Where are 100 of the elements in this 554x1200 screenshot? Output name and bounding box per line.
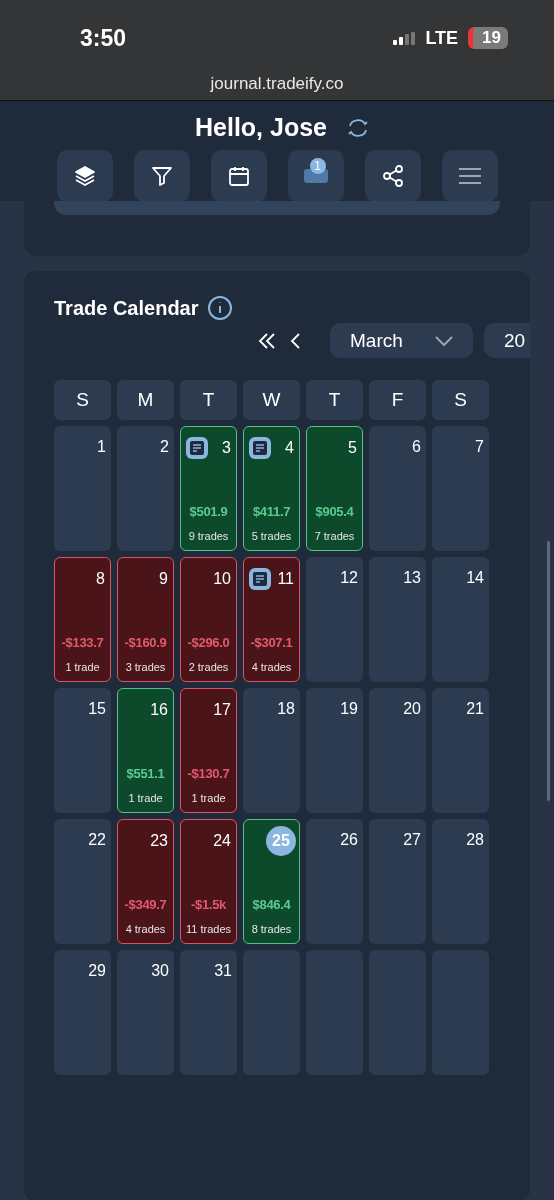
day-cell[interactable]: 20 bbox=[369, 688, 426, 813]
day-number: 3 bbox=[222, 439, 231, 457]
day-number: 29 bbox=[88, 962, 106, 980]
loss-day-cell[interactable]: 23 -$349.7 4 trades bbox=[117, 819, 174, 944]
calendar-icon bbox=[226, 164, 251, 188]
day-number: 19 bbox=[340, 700, 358, 718]
profit-day-cell[interactable]: 3 $501.9 9 trades bbox=[180, 426, 237, 551]
day-cell[interactable]: 28 bbox=[432, 819, 489, 944]
day-cell[interactable]: 12 bbox=[306, 557, 363, 682]
pnl-amount: -$349.7 bbox=[124, 897, 167, 912]
day-cell[interactable]: 18 bbox=[243, 688, 300, 813]
trade-count: 2 trades bbox=[188, 661, 229, 673]
weekday-header: M bbox=[117, 380, 174, 420]
trade-count: 7 trades bbox=[314, 530, 355, 542]
weekday-header: T bbox=[180, 380, 237, 420]
note-icon[interactable] bbox=[248, 567, 272, 591]
day-number: 26 bbox=[340, 831, 358, 849]
loss-day-cell[interactable]: 11 -$307.1 4 trades bbox=[243, 557, 300, 682]
day-cell[interactable]: 7 bbox=[432, 426, 489, 551]
profit-day-cell[interactable]: 5 $905.4 7 trades bbox=[306, 426, 363, 551]
pnl-amount: -$1.5k bbox=[190, 897, 227, 912]
note-icon[interactable] bbox=[185, 436, 209, 460]
day-cell[interactable]: 19 bbox=[306, 688, 363, 813]
refresh-icon[interactable] bbox=[347, 117, 369, 138]
weekday-header: T bbox=[306, 380, 363, 420]
day-cell[interactable]: 13 bbox=[369, 557, 426, 682]
day-number: 23 bbox=[150, 832, 168, 850]
day-cell[interactable]: 21 bbox=[432, 688, 489, 813]
share-button[interactable] bbox=[364, 150, 421, 202]
signal-icon bbox=[393, 31, 416, 45]
day-number: 5 bbox=[348, 439, 357, 457]
day-number: 1 bbox=[97, 438, 106, 456]
calendar-button[interactable] bbox=[210, 150, 267, 202]
chevron-down-icon bbox=[435, 335, 453, 346]
day-number: 27 bbox=[403, 831, 421, 849]
day-cell[interactable]: 29 bbox=[54, 950, 111, 1075]
trade-count: 3 trades bbox=[125, 661, 166, 673]
pnl-amount: -$296.0 bbox=[187, 635, 230, 650]
layers-button[interactable] bbox=[56, 150, 113, 202]
day-number: 15 bbox=[88, 700, 106, 718]
trade-count: 1 trade bbox=[128, 792, 163, 804]
calendar-title: Trade Calendar bbox=[54, 296, 199, 320]
day-number: 12 bbox=[340, 569, 358, 587]
month-dropdown[interactable]: March bbox=[330, 323, 473, 358]
day-cell[interactable]: 31 bbox=[180, 950, 237, 1075]
day-cell[interactable]: 14 bbox=[432, 557, 489, 682]
day-cell[interactable]: 15 bbox=[54, 688, 111, 813]
day-cell[interactable]: 2 bbox=[117, 426, 174, 551]
pnl-amount: -$133.7 bbox=[61, 635, 104, 650]
day-number: 9 bbox=[159, 570, 168, 588]
day-number: 31 bbox=[214, 962, 232, 980]
loss-day-cell[interactable]: 8 -$133.7 1 trade bbox=[54, 557, 111, 682]
day-cell[interactable]: 22 bbox=[54, 819, 111, 944]
day-number: 2 bbox=[160, 438, 169, 456]
day-cell[interactable]: 6 bbox=[369, 426, 426, 551]
address-bar-url[interactable]: journal.tradeify.co bbox=[210, 74, 344, 93]
menu-button[interactable] bbox=[441, 150, 498, 202]
filter-icon bbox=[149, 164, 174, 188]
menu-icon bbox=[458, 168, 481, 184]
loss-day-cell[interactable]: 9 -$160.9 3 trades bbox=[117, 557, 174, 682]
loss-day-cell[interactable]: 17 -$130.7 1 trade bbox=[180, 688, 237, 813]
day-cell[interactable]: 30 bbox=[117, 950, 174, 1075]
loss-day-cell[interactable]: 10 -$296.0 2 trades bbox=[180, 557, 237, 682]
weekday-header: S bbox=[54, 380, 111, 420]
notification-badge: 1 bbox=[309, 158, 326, 174]
day-cell[interactable]: 1 bbox=[54, 426, 111, 551]
day-cell[interactable]: 26 bbox=[306, 819, 363, 944]
day-number: 30 bbox=[151, 962, 169, 980]
pnl-amount: -$307.1 bbox=[250, 635, 293, 650]
day-number: 16 bbox=[150, 701, 168, 719]
pnl-amount: $846.4 bbox=[252, 897, 291, 912]
day-cell[interactable]: 27 bbox=[369, 819, 426, 944]
first-page-button[interactable] bbox=[258, 331, 276, 350]
info-icon[interactable] bbox=[206, 295, 233, 321]
filter-button[interactable] bbox=[133, 150, 190, 202]
day-number: 21 bbox=[466, 700, 484, 718]
year-dropdown[interactable]: 20 bbox=[484, 323, 530, 358]
profit-day-cell[interactable]: 4 $411.7 5 trades bbox=[243, 426, 300, 551]
pnl-amount: $551.1 bbox=[126, 766, 165, 781]
profit-day-cell[interactable]: 25 $846.4 8 trades bbox=[243, 819, 300, 944]
day-number: 13 bbox=[403, 569, 421, 587]
trade-count: 11 trades bbox=[185, 923, 232, 935]
previous-button[interactable] bbox=[290, 331, 302, 350]
trade-count: 1 trade bbox=[191, 792, 226, 804]
greeting-title: Hello, Jose bbox=[195, 113, 327, 142]
day-number: 22 bbox=[88, 831, 106, 849]
day-number: 28 bbox=[466, 831, 484, 849]
day-number: 24 bbox=[213, 832, 231, 850]
pnl-amount: $411.7 bbox=[252, 504, 291, 519]
day-number: 14 bbox=[466, 569, 484, 587]
day-number: 17 bbox=[213, 701, 231, 719]
pnl-amount: -$160.9 bbox=[124, 635, 167, 650]
pnl-amount: $905.4 bbox=[315, 504, 354, 519]
network-label: LTE bbox=[425, 27, 459, 49]
day-number: 4 bbox=[285, 439, 294, 457]
day-number: 25 bbox=[266, 826, 296, 856]
profit-day-cell[interactable]: 16 $551.1 1 trade bbox=[117, 688, 174, 813]
note-icon[interactable] bbox=[248, 436, 272, 460]
loss-day-cell[interactable]: 24 -$1.5k 11 trades bbox=[180, 819, 237, 944]
trade-count: 4 trades bbox=[251, 661, 292, 673]
